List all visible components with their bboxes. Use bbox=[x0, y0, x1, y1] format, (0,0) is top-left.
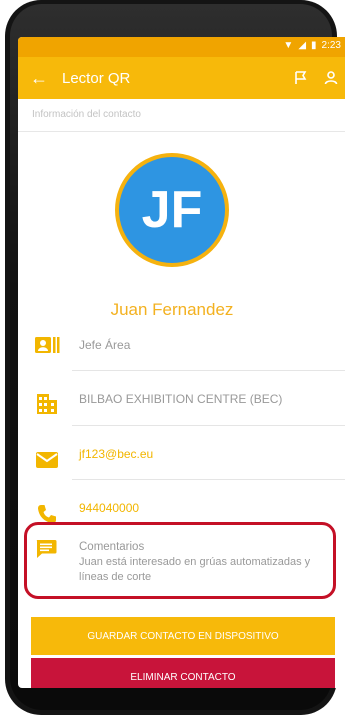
signal-icon: ◢ bbox=[298, 40, 307, 51]
status-bar: ▼ ◢ ▮ 2:23 bbox=[18, 37, 345, 57]
contact-name: Juan Fernandez bbox=[110, 300, 234, 319]
row-company: BILBAO EXHIBITION CENTRE (BEC) bbox=[18, 371, 345, 426]
comment-icon bbox=[35, 539, 57, 564]
row-position: Jefe Área bbox=[18, 320, 345, 371]
comments-label: Comentarios bbox=[79, 541, 145, 553]
flag-icon[interactable] bbox=[293, 70, 309, 86]
mail-icon bbox=[34, 447, 60, 473]
section-header: Información del contacto bbox=[18, 99, 345, 132]
email-value[interactable]: jf123@bec.eu bbox=[79, 447, 153, 461]
avatar: JF bbox=[115, 153, 229, 267]
comments-box: Comentarios Juan está interesado en grúa… bbox=[24, 522, 336, 599]
person-icon[interactable] bbox=[323, 70, 339, 86]
phone-frame: ▼ ◢ ▮ 2:23 ← Lector QR Información del c… bbox=[0, 0, 345, 724]
id-card-icon bbox=[34, 332, 60, 358]
app-title: Lector QR bbox=[62, 69, 131, 87]
app-screen: ▼ ◢ ▮ 2:23 ← Lector QR Información del c… bbox=[18, 37, 345, 688]
status-icons: ▼ ◢ ▮ 2:23 bbox=[283, 40, 341, 51]
building-icon bbox=[34, 391, 60, 417]
back-arrow-icon[interactable]: ← bbox=[30, 69, 48, 87]
position-value: Jefe Área bbox=[79, 338, 131, 352]
battery-icon: ▮ bbox=[311, 40, 317, 51]
save-contact-button[interactable]: GUARDAR CONTACTO EN DISPOSITIVO bbox=[31, 617, 335, 655]
phone-value[interactable]: 944040000 bbox=[79, 501, 139, 515]
wifi-icon: ▼ bbox=[283, 40, 294, 51]
app-bar: ← Lector QR bbox=[18, 57, 345, 99]
status-time: 2:23 bbox=[321, 40, 341, 51]
company-value: BILBAO EXHIBITION CENTRE (BEC) bbox=[79, 392, 283, 406]
app-bar-actions bbox=[293, 70, 339, 86]
delete-contact-button[interactable]: ELIMINAR CONTACTO bbox=[31, 658, 335, 688]
comments-text: Juan está interesado en grúas automatiza… bbox=[79, 556, 311, 583]
row-email: jf123@bec.eu bbox=[18, 425, 345, 480]
avatar-initials: JF bbox=[141, 181, 203, 239]
section-header-label: Información del contacto bbox=[32, 109, 141, 120]
